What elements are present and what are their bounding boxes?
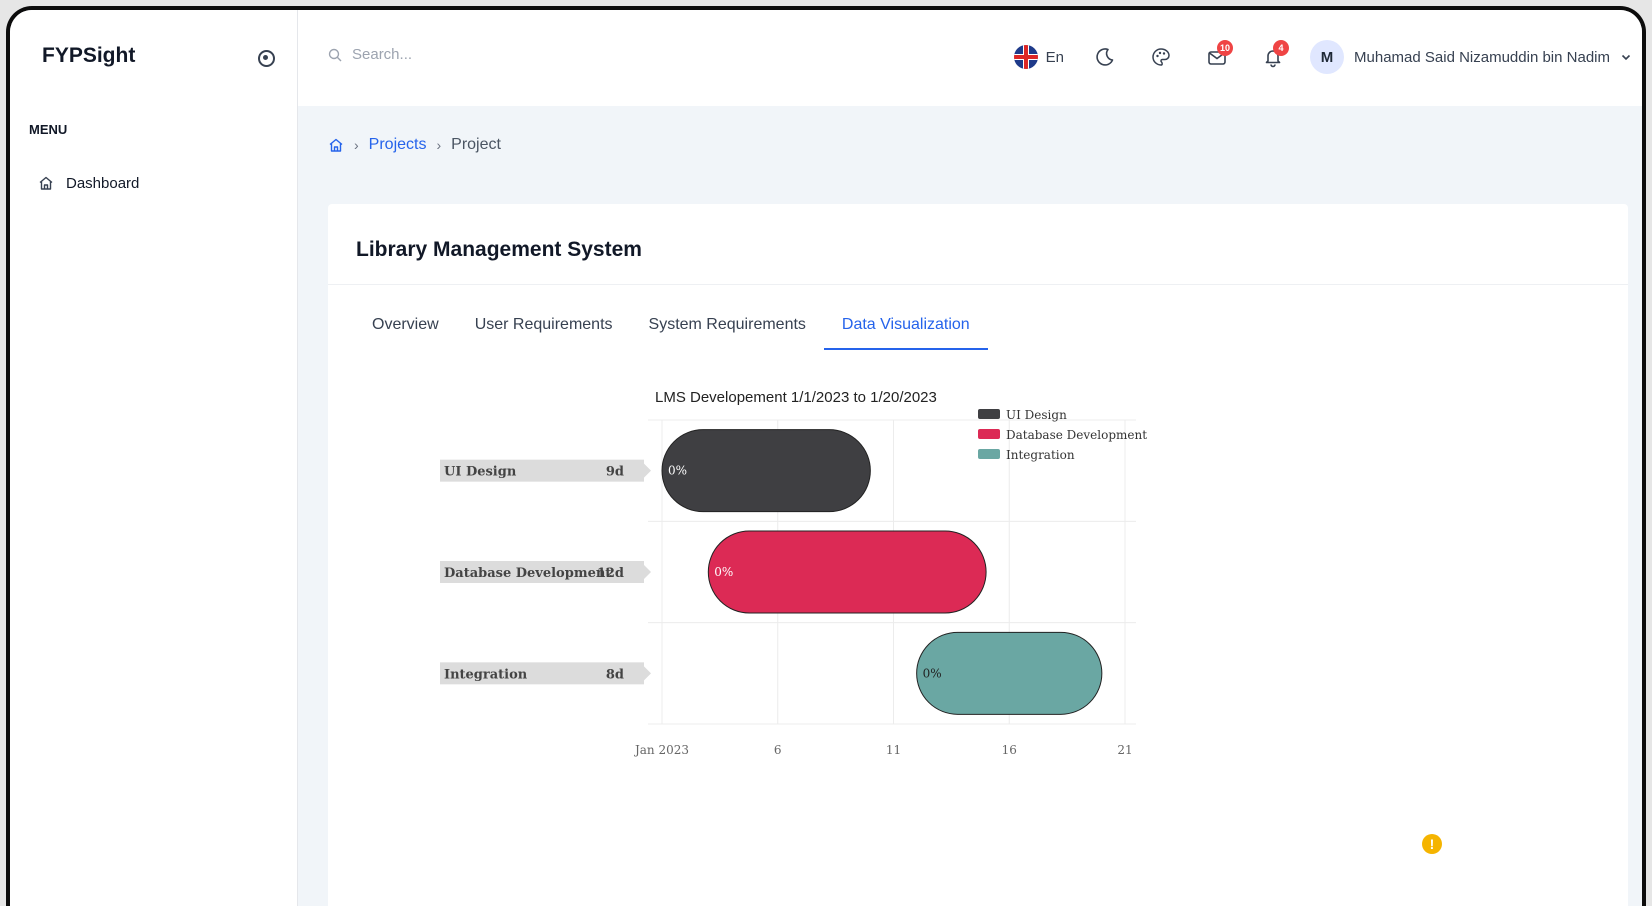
- legend-label: Database Development: [1006, 428, 1147, 442]
- warning-icon[interactable]: !: [1422, 834, 1442, 854]
- task-label-pointer: [644, 463, 651, 478]
- avatar: M: [1310, 40, 1345, 74]
- search-input[interactable]: [352, 46, 612, 63]
- dark-mode-button[interactable]: [1086, 38, 1124, 76]
- gantt-bar: [707, 530, 987, 614]
- chevron-down-icon: [1621, 54, 1631, 61]
- x-tick-label: 16: [1002, 743, 1017, 757]
- legend-swatch: [978, 409, 1000, 419]
- app-window: FYPSight MENU Dashboard En: [6, 6, 1646, 906]
- user-name: Muhamad Said Nizamuddin bin Nadim: [1354, 48, 1610, 66]
- gantt-chart: LMS Developement 1/1/2023 to 1/20/2023 Ja…: [440, 389, 1147, 757]
- legend-swatch: [978, 429, 1000, 439]
- sidebar-toggle-icon[interactable]: [258, 50, 275, 67]
- theme-button[interactable]: [1142, 38, 1180, 76]
- sidebar-item-dashboard[interactable]: Dashboard: [38, 170, 139, 196]
- gantt-bar: [661, 429, 871, 513]
- sidebar: FYPSight MENU Dashboard: [10, 10, 298, 906]
- chevron-right-icon: ›: [354, 137, 359, 153]
- project-tabs: Overview User Requirements System Requir…: [354, 310, 988, 350]
- moon-icon: [1096, 48, 1114, 66]
- task-duration-label: 12d: [597, 566, 624, 581]
- chevron-right-icon: ›: [436, 137, 442, 153]
- chart-title: LMS Developement 1/1/2023 to 1/20/2023: [655, 389, 937, 406]
- notifications-button[interactable]: 4: [1254, 38, 1292, 76]
- uk-flag-icon: [1013, 45, 1038, 69]
- x-tick-label: 11: [886, 743, 901, 757]
- x-tick-label: 21: [1117, 743, 1132, 757]
- divider: [328, 284, 1628, 285]
- gantt-bar: [916, 631, 1103, 715]
- task-progress-label: 0%: [923, 666, 942, 680]
- tab-system-requirements[interactable]: System Requirements: [631, 310, 824, 350]
- language-selector[interactable]: En: [1013, 45, 1065, 69]
- project-card: Library Management System Overview User …: [328, 204, 1628, 906]
- tab-data-visualization[interactable]: Data Visualization: [823, 310, 988, 350]
- sidebar-item-label: Dashboard: [66, 174, 140, 192]
- messages-button[interactable]: 10: [1198, 38, 1236, 76]
- page-title: Library Management System: [356, 238, 642, 261]
- palette-icon: [1152, 48, 1170, 66]
- search-box: [328, 46, 612, 63]
- topbar-actions: En 10 4 M Muhamad Said Nizamuddin bin Na…: [1013, 38, 1632, 76]
- language-label: En: [1045, 48, 1065, 66]
- menu-title: MENU: [29, 122, 68, 137]
- x-tick-label: Jan 2023: [633, 743, 689, 757]
- task-duration-label: 9d: [606, 465, 624, 480]
- user-menu[interactable]: M Muhamad Said Nizamuddin bin Nadim: [1310, 40, 1632, 74]
- home-icon[interactable]: [328, 137, 344, 153]
- legend-swatch: [978, 449, 1000, 459]
- task-label-pointer: [644, 565, 651, 579]
- task-label-pointer: [644, 666, 651, 681]
- task-name-label: Integration: [444, 667, 528, 682]
- task-name-label: UI Design: [444, 465, 517, 480]
- breadcrumb-projects[interactable]: Projects: [369, 136, 427, 154]
- search-icon: [328, 48, 342, 61]
- x-tick-label: 6: [774, 743, 782, 757]
- tab-overview[interactable]: Overview: [354, 310, 457, 350]
- notification-badge: 4: [1273, 40, 1290, 56]
- home-icon: [39, 176, 53, 190]
- mail-badge: 10: [1217, 40, 1234, 56]
- topbar: En 10: [298, 10, 1642, 106]
- breadcrumb-current: Project: [451, 136, 501, 153]
- task-progress-label: 0%: [668, 464, 687, 478]
- tab-user-requirements[interactable]: User Requirements: [457, 310, 631, 350]
- app-logo[interactable]: FYPSight: [42, 44, 135, 68]
- breadcrumb: › Projects › Project: [328, 136, 501, 154]
- task-name-label: Database Development: [444, 566, 611, 581]
- legend-label: Integration: [1006, 448, 1075, 462]
- legend-label: UI Design: [1006, 408, 1067, 422]
- task-duration-label: 8d: [606, 667, 624, 682]
- task-progress-label: 0%: [714, 565, 733, 579]
